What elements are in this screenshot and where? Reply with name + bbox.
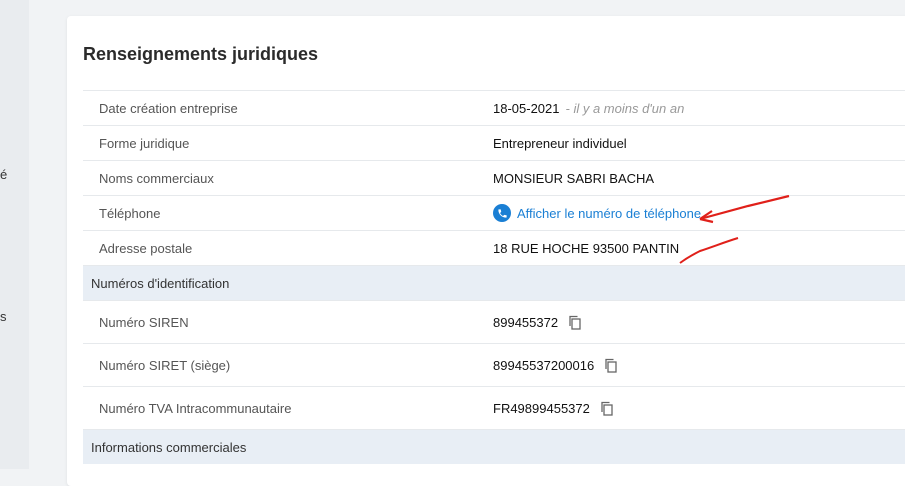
row-value: FR49899455372 — [493, 401, 614, 416]
siret-value: 89945537200016 — [493, 357, 595, 373]
section-title: Numéros d'identification — [91, 275, 230, 291]
row-value: 899455372 — [493, 315, 582, 330]
row-label: Téléphone — [99, 205, 161, 221]
table-row: Numéro SIREN 899455372 — [83, 300, 905, 343]
creation-date: 18-05-2021 — [493, 100, 560, 116]
row-label: Numéro TVA Intracommunautaire — [99, 400, 292, 416]
row-label: Date création entreprise — [99, 100, 238, 116]
row-value: Entrepreneur individuel — [493, 135, 627, 151]
table-row: Noms commerciaux MONSIEUR SABRI BACHA — [83, 160, 905, 195]
card-title: Renseignements juridiques — [83, 44, 319, 64]
table-row: Numéro SIRET (siège) 89945537200016 — [83, 343, 905, 386]
row-value: 89945537200016 — [493, 358, 618, 373]
copy-icon[interactable] — [604, 358, 618, 373]
row-label: Numéro SIRET (siège) — [99, 357, 231, 373]
show-phone-label[interactable]: Afficher le numéro de téléphone — [517, 206, 701, 221]
info-table: Date création entreprise 18-05-2021 - il… — [83, 90, 905, 464]
table-row: Numéro TVA Intracommunautaire FR49899455… — [83, 386, 905, 429]
left-sidebar: é s — [0, 0, 29, 469]
sidebar-fragment[interactable]: é — [0, 167, 7, 182]
row-value: Afficher le numéro de téléphone — [493, 204, 701, 222]
copy-icon[interactable] — [600, 401, 614, 416]
table-row: Adresse postale 18 RUE HOCHE 93500 PANTI… — [83, 230, 905, 265]
legal-info-card: Renseignements juridiques Date création … — [67, 16, 905, 486]
section-title: Informations commerciales — [91, 439, 247, 455]
show-phone-link[interactable]: Afficher le numéro de téléphone — [493, 204, 701, 222]
row-label: Noms commerciaux — [99, 170, 214, 186]
row-label: Numéro SIREN — [99, 314, 189, 330]
row-value: MONSIEUR SABRI BACHA — [493, 170, 655, 186]
vat-value: FR49899455372 — [493, 400, 590, 416]
row-value: 18-05-2021 - il y a moins d'un an — [493, 101, 684, 116]
table-row: Date création entreprise 18-05-2021 - il… — [83, 90, 905, 125]
sidebar-fragment[interactable]: s — [0, 309, 7, 324]
row-label: Forme juridique — [99, 135, 190, 151]
row-value: 18 RUE HOCHE 93500 PANTIN — [493, 240, 680, 256]
table-row: Téléphone Afficher le numéro de téléphon… — [83, 195, 905, 230]
section-header-ids: Numéros d'identification — [83, 265, 905, 300]
siren-value: 899455372 — [493, 314, 559, 330]
creation-date-note: - il y a moins d'un an — [565, 100, 685, 116]
row-label: Adresse postale — [99, 240, 193, 256]
table-row: Forme juridique Entrepreneur individuel — [83, 125, 905, 160]
section-header-commercial: Informations commerciales — [83, 429, 905, 464]
copy-icon[interactable] — [568, 315, 582, 330]
phone-icon — [493, 204, 511, 222]
